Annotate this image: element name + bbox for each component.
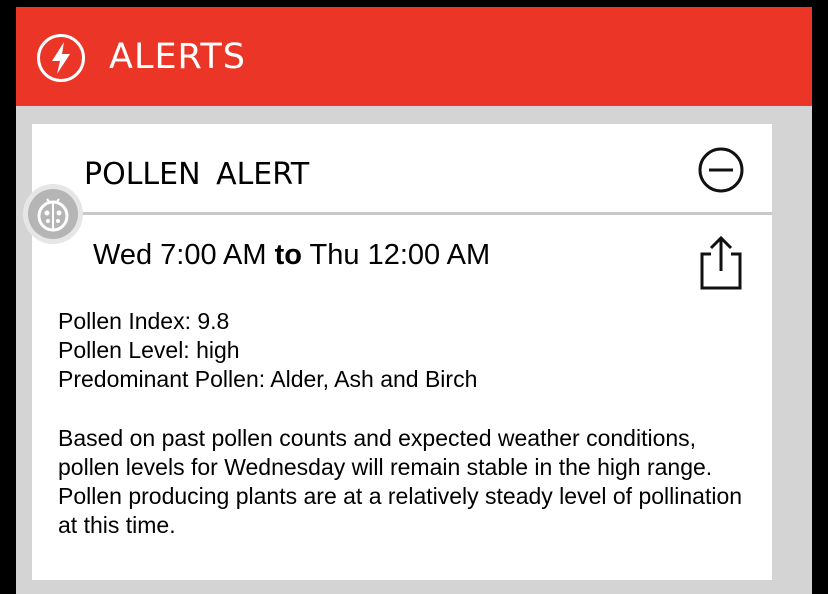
header-title: ALERTS	[109, 37, 246, 77]
allergy-badge-icon	[23, 184, 83, 244]
alert-time-range: Wed 7:00 AM to Thu 12:00 AM	[93, 237, 490, 273]
predominant-pollen: Predominant Pollen: Alder, Ash and Birch	[58, 366, 478, 392]
alerts-header: ALERTS	[16, 7, 812, 106]
time-start: Wed 7:00 AM	[93, 239, 267, 271]
time-end: Thu 12:00 AM	[309, 239, 491, 271]
minus-circle-icon[interactable]	[697, 146, 745, 194]
lightning-bolt-icon	[37, 34, 85, 82]
alert-details: Pollen Index: 9.8 Pollen Level: high Pre…	[58, 307, 477, 394]
alert-title: POLLEN ALERT	[84, 157, 310, 192]
time-separator: to	[274, 239, 302, 271]
pollen-index: Pollen Index: 9.8	[58, 308, 230, 334]
alerts-screen: ALERTS POLLEN ALERT Wed 7:00 AM to Thu 1…	[16, 7, 812, 594]
share-icon[interactable]	[698, 234, 744, 292]
pollen-level: Pollen Level: high	[58, 337, 240, 363]
title-divider	[32, 212, 772, 215]
ladybug-icon	[37, 198, 69, 232]
alert-description: Based on past pollen counts and expected…	[58, 425, 743, 538]
pollen-alert-card: POLLEN ALERT Wed 7:00 AM to Thu 12:00 AM…	[32, 124, 772, 580]
